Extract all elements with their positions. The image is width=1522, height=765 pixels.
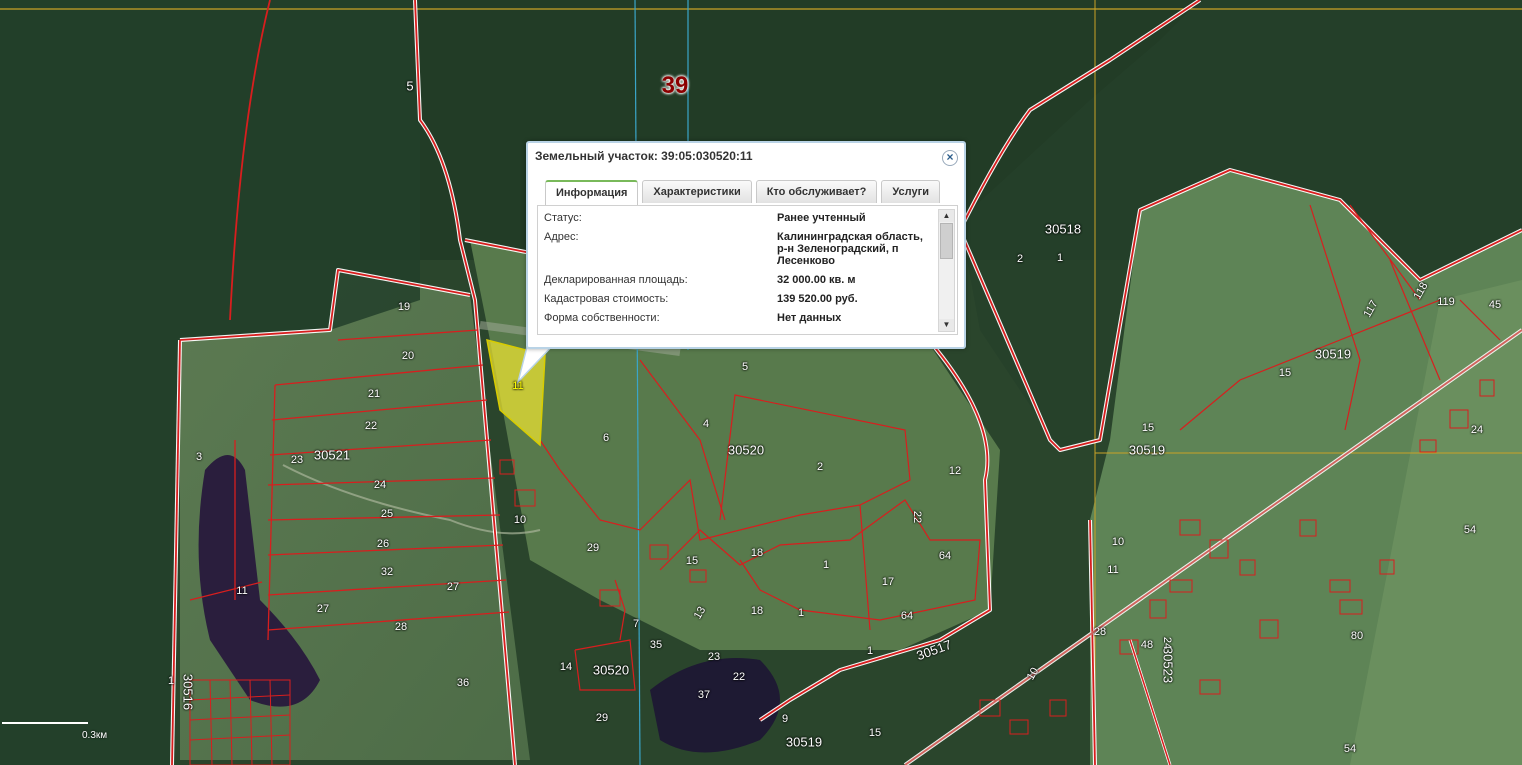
quarter-label-30518: 30518 xyxy=(1044,221,1082,237)
parcel-label[interactable]: 2 xyxy=(1017,253,1023,265)
parcel-label[interactable]: 22 xyxy=(911,511,923,523)
scroll-up-icon[interactable]: ▲ xyxy=(939,210,954,222)
parcel-label[interactable]: 15 xyxy=(869,727,881,739)
scale-label: 0.3км xyxy=(82,730,108,741)
field-value-cadastral-value: 139 520.00 руб. xyxy=(777,293,858,305)
parcel-label[interactable]: 18 xyxy=(751,605,763,617)
parcel-label[interactable]: 64 xyxy=(939,550,951,562)
parcel-label[interactable]: 15 xyxy=(1142,422,1154,434)
parcel-label[interactable]: 28 xyxy=(395,621,407,633)
parcel-label[interactable]: 24 xyxy=(374,479,386,491)
quarter-label-30523: 30523 xyxy=(1160,646,1176,684)
parcel-label[interactable]: 37 xyxy=(698,689,710,701)
parcel-label[interactable]: 1 xyxy=(867,645,873,657)
parcel-label[interactable]: 4 xyxy=(703,418,709,430)
field-value-area: 32 000.00 кв. м xyxy=(777,274,856,286)
parcel-label[interactable]: 11 xyxy=(236,585,247,597)
parcel-label[interactable]: 9 xyxy=(782,713,788,725)
parcel-label[interactable]: 23 xyxy=(291,454,303,466)
tab-services[interactable]: Услуги xyxy=(881,180,940,203)
parcel-label[interactable]: 24 xyxy=(1161,637,1173,649)
field-label-address: Адрес: xyxy=(544,231,579,243)
parcel-label[interactable]: 6 xyxy=(603,432,609,444)
parcel-label[interactable]: 15 xyxy=(686,555,698,567)
parcel-label[interactable]: 11 xyxy=(1107,564,1118,576)
parcel-info-popup: Земельный участок: 39:05:030520:11 × Инф… xyxy=(526,141,966,349)
field-label-ownership: Форма собственности: xyxy=(544,312,660,324)
field-label-status: Статус: xyxy=(544,212,582,224)
parcel-label[interactable]: 119 xyxy=(1437,296,1455,308)
parcel-label[interactable]: 17 xyxy=(882,576,894,588)
info-scrollbar[interactable]: ▲ ▼ xyxy=(938,209,955,332)
parcel-label[interactable]: 22 xyxy=(733,671,745,683)
tab-characteristics[interactable]: Характеристики xyxy=(642,180,752,203)
quarter-label-30520b: 30520 xyxy=(592,662,630,678)
scroll-thumb[interactable] xyxy=(940,223,953,259)
parcel-label[interactable]: 1 xyxy=(1057,252,1063,264)
parcel-label[interactable]: 15 xyxy=(1279,367,1291,379)
field-label-cadastral-value: Кадастровая стоимость: xyxy=(544,293,669,305)
scale-bar: 0.3км xyxy=(2,722,107,746)
scroll-down-icon[interactable]: ▼ xyxy=(939,319,954,331)
parcel-label[interactable]: 27 xyxy=(317,603,329,615)
quarter-label-30521: 30521 xyxy=(313,447,351,463)
parcel-label[interactable]: 35 xyxy=(650,639,662,651)
field-value-address: Калининградская область, р-н Зеленоградс… xyxy=(777,231,923,267)
parcel-label[interactable]: 22 xyxy=(365,420,377,432)
popup-title: Земельный участок: 39:05:030520:11 xyxy=(535,149,753,163)
tab-information[interactable]: Информация xyxy=(545,180,639,205)
parcel-label[interactable]: 36 xyxy=(457,677,469,689)
parcel-label[interactable]: 54 xyxy=(1344,743,1356,755)
parcel-label[interactable]: 80 xyxy=(1351,630,1363,642)
quarter-label-30519c: 30519 xyxy=(785,734,823,750)
parcel-label[interactable]: 7 xyxy=(633,618,639,630)
parcel-label[interactable]: 3 xyxy=(196,451,202,463)
parcel-label[interactable]: 25 xyxy=(381,508,393,520)
field-value-status: Ранее учтенный xyxy=(777,212,866,224)
parcel-label[interactable]: 12 xyxy=(949,465,961,477)
parcel-label[interactable]: 64 xyxy=(901,610,913,622)
quarter-label-30520: 30520 xyxy=(727,442,765,458)
close-icon[interactable]: × xyxy=(942,150,958,166)
parcel-label[interactable]: 32 xyxy=(381,566,393,578)
parcel-label[interactable]: 1 xyxy=(823,559,829,571)
tab-who-serves[interactable]: Кто обслуживает? xyxy=(755,180,878,203)
field-label-area: Декларированная площадь: xyxy=(544,274,688,286)
quarter-label-30519a: 30519 xyxy=(1314,346,1352,362)
parcel-label[interactable]: 28 xyxy=(1094,626,1106,638)
scale-line xyxy=(2,722,88,728)
parcel-label[interactable]: 20 xyxy=(402,350,414,362)
quarter-label-30516: 30516 xyxy=(180,673,196,711)
parcel-label[interactable]: 29 xyxy=(587,542,599,554)
parcel-label[interactable]: 18 xyxy=(751,547,763,559)
parcel-label[interactable]: 19 xyxy=(398,301,410,313)
quarter-label-30519b: 30519 xyxy=(1128,442,1166,458)
parcel-label[interactable]: 14 xyxy=(560,661,572,673)
field-value-ownership: Нет данных xyxy=(777,312,842,324)
parcel-label[interactable]: 2 xyxy=(817,461,823,473)
district-label: 39 xyxy=(661,72,689,99)
parcel-label[interactable]: 54 xyxy=(1464,524,1476,536)
popup-tabs: Информация Характеристики Кто обслуживае… xyxy=(545,180,944,205)
parcel-label[interactable]: 10 xyxy=(514,514,526,526)
parcel-label[interactable]: 10 xyxy=(1112,536,1124,548)
road-label: 5 xyxy=(406,78,414,94)
parcel-label[interactable]: 1 xyxy=(798,607,804,619)
parcel-label[interactable]: 48 xyxy=(1141,639,1153,651)
info-panel: Статус: Ранее учтенный Адрес: Калинингра… xyxy=(537,205,958,335)
parcel-label[interactable]: 21 xyxy=(368,388,380,400)
parcel-label[interactable]: 1 xyxy=(168,675,174,687)
parcel-label[interactable]: 5 xyxy=(742,361,748,373)
parcel-label[interactable]: 29 xyxy=(596,712,608,724)
satellite-map[interactable] xyxy=(0,0,1522,765)
parcel-label[interactable]: 23 xyxy=(708,651,720,663)
parcel-label[interactable]: 27 xyxy=(447,581,459,593)
selected-parcel-label[interactable]: 11 xyxy=(512,380,523,392)
parcel-label[interactable]: 26 xyxy=(377,538,389,550)
parcel-label[interactable]: 24 xyxy=(1471,424,1483,436)
parcel-label[interactable]: 45 xyxy=(1489,299,1501,311)
